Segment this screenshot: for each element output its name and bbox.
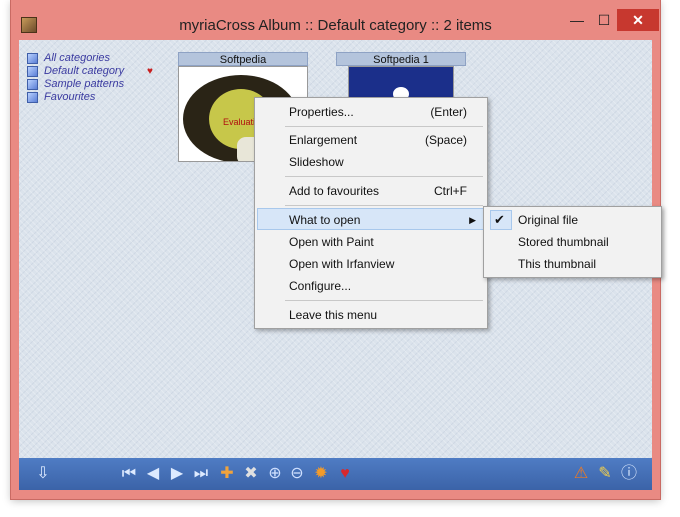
submenu-item-original-file[interactable]: ✔ Original file: [486, 209, 659, 231]
what-to-open-submenu: ✔ Original file Stored thumbnail This th…: [483, 206, 662, 278]
menu-item-what-to-open[interactable]: What to open ▶: [257, 208, 485, 230]
category-item-sample-patterns[interactable]: Sample patterns: [27, 78, 124, 91]
submenu-item-stored-thumbnail[interactable]: Stored thumbnail: [486, 231, 659, 253]
minimize-button[interactable]: —: [564, 9, 590, 31]
maximize-button[interactable]: ☐: [591, 9, 617, 31]
menu-item-enlargement[interactable]: Enlargement (Space): [257, 129, 485, 151]
next-icon[interactable]: ▶: [167, 464, 187, 484]
favourite-icon[interactable]: ♥: [335, 464, 355, 484]
menu-separator: [285, 205, 483, 206]
brush-icon[interactable]: ✎: [595, 464, 615, 484]
warning-icon[interactable]: ⚠: [571, 464, 591, 484]
bottom-toolbar: ⇩ ⏮ ◀ ▶ ⏭ ✚ ✖ ⊕ ⊖ ✹ ♥ ⚠ ✎ ⓘ: [19, 458, 652, 490]
info-icon[interactable]: ⓘ: [619, 464, 639, 484]
cube-icon: [27, 92, 38, 103]
close-button[interactable]: ✕: [617, 9, 659, 31]
last-icon[interactable]: ⏭: [191, 464, 211, 484]
category-label: Sample patterns: [44, 78, 125, 90]
thumbnail-label: Softpedia: [178, 52, 308, 66]
category-label: All categories: [44, 52, 111, 64]
zoom-in-icon[interactable]: ⊕: [265, 464, 285, 484]
category-list: All categories Default category ♥ Sample…: [27, 52, 153, 104]
menu-item-leave-this-menu[interactable]: Leave this menu: [257, 304, 485, 326]
first-icon[interactable]: ⏮: [119, 464, 139, 484]
menu-item-open-with-paint[interactable]: Open with Paint: [257, 231, 485, 253]
category-label: Favourites: [44, 91, 96, 103]
add-image-icon[interactable]: ✚: [217, 464, 237, 484]
window-title: myriaCross Album :: Default category :: …: [179, 17, 492, 34]
zoom-out-icon[interactable]: ⊖: [287, 464, 307, 484]
menu-separator: [285, 300, 483, 301]
context-menu: Properties... (Enter) Enlargement (Space…: [254, 97, 488, 329]
remove-image-icon[interactable]: ✖: [241, 464, 261, 484]
checkmark-icon: ✔: [494, 212, 505, 227]
heart-icon: ♥: [147, 66, 153, 77]
menu-item-slideshow[interactable]: Slideshow: [257, 151, 485, 173]
cube-icon: [27, 66, 38, 77]
submenu-arrow-icon: ▶: [469, 215, 476, 225]
category-item-all[interactable]: All categories: [27, 52, 124, 65]
category-item-favourites[interactable]: Favourites: [27, 91, 124, 104]
down-arrow-icon[interactable]: ⇩: [33, 464, 53, 484]
menu-item-properties[interactable]: Properties... (Enter): [257, 101, 485, 123]
submenu-item-this-thumbnail[interactable]: This thumbnail: [486, 253, 659, 275]
category-item-default[interactable]: Default category ♥: [27, 65, 153, 78]
title-bar[interactable]: myriaCross Album :: Default category :: …: [11, 0, 660, 40]
previous-icon[interactable]: ◀: [143, 464, 163, 484]
menu-item-open-with-irfanview[interactable]: Open with Irfanview: [257, 253, 485, 275]
thumbnail-softpedia-1[interactable]: Softpedia 1: [336, 52, 466, 102]
menu-separator: [285, 126, 483, 127]
settings-icon[interactable]: ✹: [311, 464, 331, 484]
cube-icon: [27, 79, 38, 90]
menu-separator: [285, 176, 483, 177]
category-label: Default category: [44, 65, 125, 77]
cube-icon: [27, 53, 38, 64]
menu-item-configure[interactable]: Configure...: [257, 275, 485, 297]
thumbnail-label: Softpedia 1: [336, 52, 466, 66]
menu-item-add-to-favourites[interactable]: Add to favourites Ctrl+F: [257, 180, 485, 202]
